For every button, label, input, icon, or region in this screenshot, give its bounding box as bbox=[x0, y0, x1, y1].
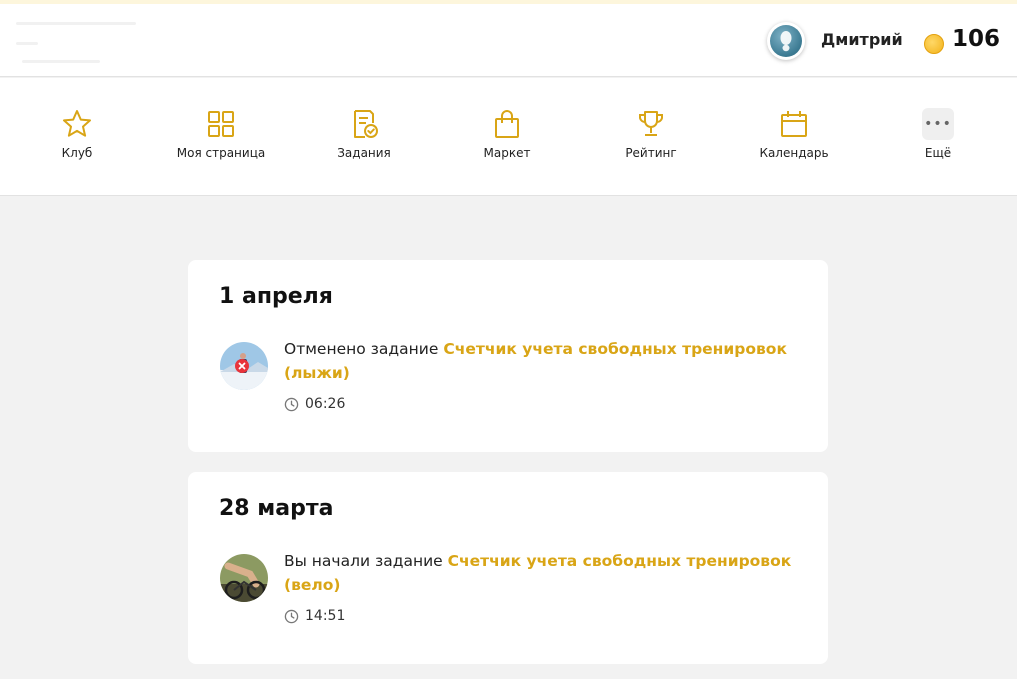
event-prefix: Вы начали задание bbox=[284, 552, 448, 570]
nav-label: Рейтинг bbox=[625, 146, 677, 160]
feed-card: 28 марта Вы начали задание Счетчик учета… bbox=[188, 472, 828, 664]
event-time: 14:51 bbox=[284, 608, 345, 624]
nav-label: Ещё bbox=[924, 146, 952, 160]
nav-item-more[interactable]: ••• Ещё bbox=[878, 108, 998, 168]
user-avatar[interactable] bbox=[767, 22, 805, 60]
feed-event-text: Вы начали задание Счетчик учета свободны… bbox=[284, 549, 804, 597]
nav-item-rating[interactable]: Рейтинг bbox=[591, 108, 711, 168]
nav-label: Моя страница bbox=[176, 146, 266, 160]
feed-event-text: Отменено задание Счетчик учета свободных… bbox=[284, 337, 804, 385]
clock-icon bbox=[284, 397, 299, 411]
coin-icon bbox=[924, 34, 944, 54]
nav-label: Календарь bbox=[759, 146, 829, 160]
task-link[interactable]: Счетчик учета свободных тренировок bbox=[443, 340, 787, 358]
trophy-icon bbox=[639, 111, 663, 136]
more-dots-icon: ••• bbox=[922, 108, 954, 140]
task-avatar[interactable] bbox=[220, 554, 268, 602]
logo[interactable] bbox=[16, 16, 146, 68]
event-prefix: Отменено задание bbox=[284, 340, 444, 358]
grid-icon bbox=[208, 111, 234, 137]
coin-balance: 106 bbox=[952, 26, 1001, 52]
ski-photo bbox=[220, 342, 268, 390]
event-time-value: 06:26 bbox=[305, 396, 346, 412]
nav-label: Маркет bbox=[483, 146, 531, 160]
nav-item-market[interactable]: Маркет bbox=[447, 108, 567, 168]
nav-label: Клуб bbox=[61, 146, 93, 160]
task-link-suffix[interactable]: (вело) bbox=[284, 576, 341, 594]
nav-label: Задания bbox=[337, 146, 391, 160]
bike-photo bbox=[220, 554, 268, 602]
shopping-bag-icon bbox=[495, 110, 519, 138]
main-nav: Клуб Моя страница Задания Маркет Рейтинг… bbox=[0, 78, 1017, 196]
nav-item-calendar[interactable]: Календарь bbox=[734, 108, 854, 168]
nav-item-club[interactable]: Клуб bbox=[17, 108, 137, 168]
nav-item-my-page[interactable]: Моя страница bbox=[161, 108, 281, 168]
feed-card: 1 апреля Отменено задание Счетчик учета … bbox=[188, 260, 828, 452]
calendar-icon bbox=[781, 111, 807, 137]
nav-item-tasks[interactable]: Задания bbox=[304, 108, 424, 168]
task-link-suffix[interactable]: (лыжи) bbox=[284, 364, 350, 382]
event-time-value: 14:51 bbox=[305, 608, 346, 624]
clock-icon bbox=[284, 609, 299, 623]
user-name[interactable]: Дмитрий bbox=[821, 30, 903, 49]
star-icon bbox=[63, 110, 91, 137]
feed-date: 1 апреля bbox=[219, 284, 333, 309]
task-check-icon bbox=[354, 110, 378, 138]
event-time: 06:26 bbox=[284, 396, 345, 412]
task-link[interactable]: Счетчик учета свободных тренировок bbox=[448, 552, 792, 570]
task-avatar[interactable] bbox=[220, 342, 268, 390]
feed-date: 28 марта bbox=[219, 496, 334, 521]
header: Дмитрий 106 bbox=[0, 4, 1017, 77]
footprint-icon bbox=[780, 31, 792, 52]
